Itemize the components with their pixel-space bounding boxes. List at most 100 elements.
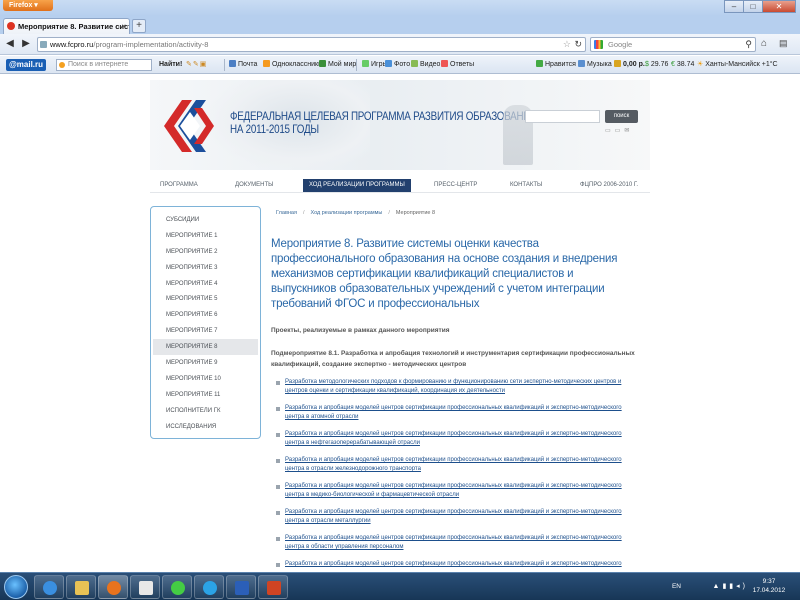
mailru-logo[interactable]: @mail.ru (6, 59, 46, 71)
search-bar[interactable]: Google ⚲ (590, 37, 756, 52)
toolbar-item-label: Фото (394, 61, 411, 68)
bookmarks-menu-icon[interactable]: ▤ (779, 38, 788, 49)
toolbar-item-music[interactable]: Музыка (578, 56, 612, 74)
site-search-button[interactable]: поиск (605, 110, 638, 123)
taskbar-powerpoint[interactable] (258, 575, 288, 599)
close-window-button[interactable]: ✕ (762, 0, 796, 13)
toolbar-item-photo[interactable]: Фото (385, 56, 410, 74)
sidebar-item-subsidies[interactable]: СУБСИДИИ (153, 212, 258, 228)
reload-icon[interactable]: ↻ (574, 38, 582, 51)
firefox-menu-button[interactable]: Firefox ▾ (3, 0, 53, 11)
taskbar-ie[interactable] (34, 575, 64, 599)
site-logo-icon[interactable] (160, 100, 218, 152)
toolbar-item-mail[interactable]: Почта (229, 56, 257, 74)
sidebar-item-activity-5[interactable]: МЕРОПРИЯТИЕ 5 (153, 291, 258, 307)
breadcrumb: Главная / Ход реализации программы / Меропри… (276, 210, 435, 216)
like-icon (536, 60, 543, 67)
search-icon[interactable]: ⚲ (745, 38, 752, 51)
new-tab-button[interactable]: + (132, 19, 146, 33)
sidebar-item-activity-3[interactable]: МЕРОПРИЯТИЕ 3 (153, 260, 258, 276)
toolbar-item-eur-rate[interactable]: € 38.74 (671, 56, 694, 74)
nav-contacts[interactable]: КОНТАКТЫ (510, 179, 542, 192)
language-indicator[interactable]: EN (672, 583, 681, 590)
project-link[interactable]: Разработка и апробация моделей центров с… (276, 508, 640, 527)
nav-documents[interactable]: ДОКУМЕНТЫ (235, 179, 273, 192)
url-host: www.fcpro.ru (50, 40, 94, 49)
clock[interactable]: 9:37 17.04.2012 (752, 577, 786, 595)
site-favicon-icon (7, 22, 15, 30)
answers-icon (441, 60, 448, 67)
breadcrumb-home[interactable]: Главная (276, 210, 297, 216)
mailru-toolbar: @mail.ru Поиск в интернете Найти! ✎✎▣ По… (0, 56, 800, 74)
toolbar-item-my-world[interactable]: Мой мир (319, 56, 356, 74)
window-controls: – □ ✕ (724, 0, 796, 14)
header-title-line: НА 2011-2015 ГОДЫ (230, 122, 319, 136)
browser-tab[interactable]: Мероприятие 8. Развитие системы оц... × (3, 18, 130, 34)
toolbar-item-video[interactable]: Видео (411, 56, 440, 74)
sidebar-item-activity-11[interactable]: МЕРОПРИЯТИЕ 11 (153, 387, 258, 403)
toolbar-item-balance[interactable]: 0,00 р. (614, 56, 645, 74)
project-link[interactable]: Разработка и апробация моделей центров с… (276, 482, 640, 501)
sidebar-item-research[interactable]: ИССЛЕДОВАНИЯ (153, 419, 258, 435)
breadcrumb-current: Мероприятие 8 (395, 210, 436, 216)
toolbar-item-weather[interactable]: ☀ Ханты-Мансийск +1°C (697, 56, 778, 74)
windows-taskbar: EN ▲▮▮◂) 9:37 17.04.2012 (0, 572, 800, 600)
sidebar-item-activity-4[interactable]: МЕРОПРИЯТИЕ 4 (153, 276, 258, 292)
taskbar-explorer[interactable] (66, 575, 96, 599)
taskbar-word[interactable] (226, 575, 256, 599)
taskbar-icq[interactable] (162, 575, 192, 599)
home-icon[interactable]: ⌂ (761, 38, 767, 49)
google-search-engine-icon[interactable] (594, 40, 603, 49)
project-link[interactable]: Разработка и апробация моделей центров с… (276, 430, 640, 449)
media-player-icon (139, 581, 153, 595)
close-tab-icon[interactable]: × (121, 19, 126, 34)
toolbar-item-like[interactable]: Нравится (536, 56, 576, 74)
toolbar-item-answers[interactable]: Ответы (441, 56, 474, 74)
tray-icons[interactable]: ▲▮▮◂) (713, 582, 748, 590)
euro-icon: € (671, 61, 675, 68)
nav-press-center[interactable]: ПРЕСС-ЦЕНТР (434, 179, 477, 192)
sidebar-item-activity-6[interactable]: МЕРОПРИЯТИЕ 6 (153, 307, 258, 323)
toolbar-extras-icon[interactable]: ✎✎▣ (186, 56, 207, 74)
nav-program[interactable]: ПРОГРАММА (160, 179, 198, 192)
site-search-input[interactable] (525, 110, 600, 123)
site-identity-icon[interactable] (40, 41, 47, 48)
address-bar[interactable]: www.fcpro.ru/program-implementation/acti… (37, 37, 586, 52)
project-link[interactable]: Разработка и апробация моделей центров с… (276, 456, 640, 475)
toolbar-item-usd-rate[interactable]: $ 29.76 (645, 56, 668, 74)
breadcrumb-program-progress[interactable]: Ход реализации программы (310, 210, 382, 216)
project-link[interactable]: Разработка методологических подходов к ф… (276, 378, 640, 397)
project-link[interactable]: Разработка и апробация моделей центров с… (276, 560, 640, 572)
maximize-button[interactable]: □ (743, 0, 763, 13)
forward-button[interactable]: ▶ (20, 38, 32, 50)
taskbar-media-player[interactable] (130, 575, 160, 599)
minimize-button[interactable]: – (724, 0, 744, 13)
sidebar-item-activity-7[interactable]: МЕРОПРИЯТИЕ 7 (153, 323, 258, 339)
toolbar-item-label: 0,00 р. (623, 61, 645, 68)
toolbar-item-odnoklassniki[interactable]: Одноклассники (263, 56, 322, 74)
sidebar-item-activity-10[interactable]: МЕРОПРИЯТИЕ 10 (153, 371, 258, 387)
sidebar-item-activity-9[interactable]: МЕРОПРИЯТИЕ 9 (153, 355, 258, 371)
page-viewport[interactable]: ФЕДЕРАЛЬНАЯ ЦЕЛЕВАЯ ПРОГРАММА РАЗВИТИЯ О… (0, 75, 800, 572)
toolbar-item-label: Одноклассники (272, 61, 323, 68)
back-button[interactable]: ◀ (4, 38, 16, 50)
toolbar-find-button[interactable]: Найти! (159, 56, 182, 74)
projects-heading: Проекты, реализуемые в рамках данного ме… (271, 327, 450, 334)
video-icon (411, 60, 418, 67)
sidebar-item-contractors[interactable]: ИСПОЛНИТЕЛИ ГК (153, 403, 258, 419)
toolbar-item-games[interactable]: Игры (362, 56, 388, 74)
header-utility-icons[interactable]: ▭▭✉ (605, 127, 633, 134)
sidebar-item-activity-1[interactable]: МЕРОПРИЯТИЕ 1 (153, 228, 258, 244)
taskbar-firefox[interactable] (98, 575, 128, 599)
project-link[interactable]: Разработка и апробация моделей центров с… (276, 534, 640, 553)
toolbar-search-input[interactable]: Поиск в интернете (56, 59, 152, 71)
taskbar-skype[interactable] (194, 575, 224, 599)
bookmark-star-icon[interactable]: ☆ (563, 38, 571, 51)
nav-program-progress[interactable]: ХОД РЕАЛИЗАЦИИ ПРОГРАММЫ (303, 179, 411, 192)
nav-fcpro-2006-2010[interactable]: ФЦПРО 2006-2010 Г. (580, 179, 638, 192)
sidebar-item-activity-2[interactable]: МЕРОПРИЯТИЕ 2 (153, 244, 258, 260)
sidebar-item-activity-8[interactable]: МЕРОПРИЯТИЕ 8 (153, 339, 258, 356)
start-button[interactable] (4, 575, 28, 599)
mail-icon (229, 60, 236, 67)
project-link[interactable]: Разработка и апробация моделей центров с… (276, 404, 640, 423)
